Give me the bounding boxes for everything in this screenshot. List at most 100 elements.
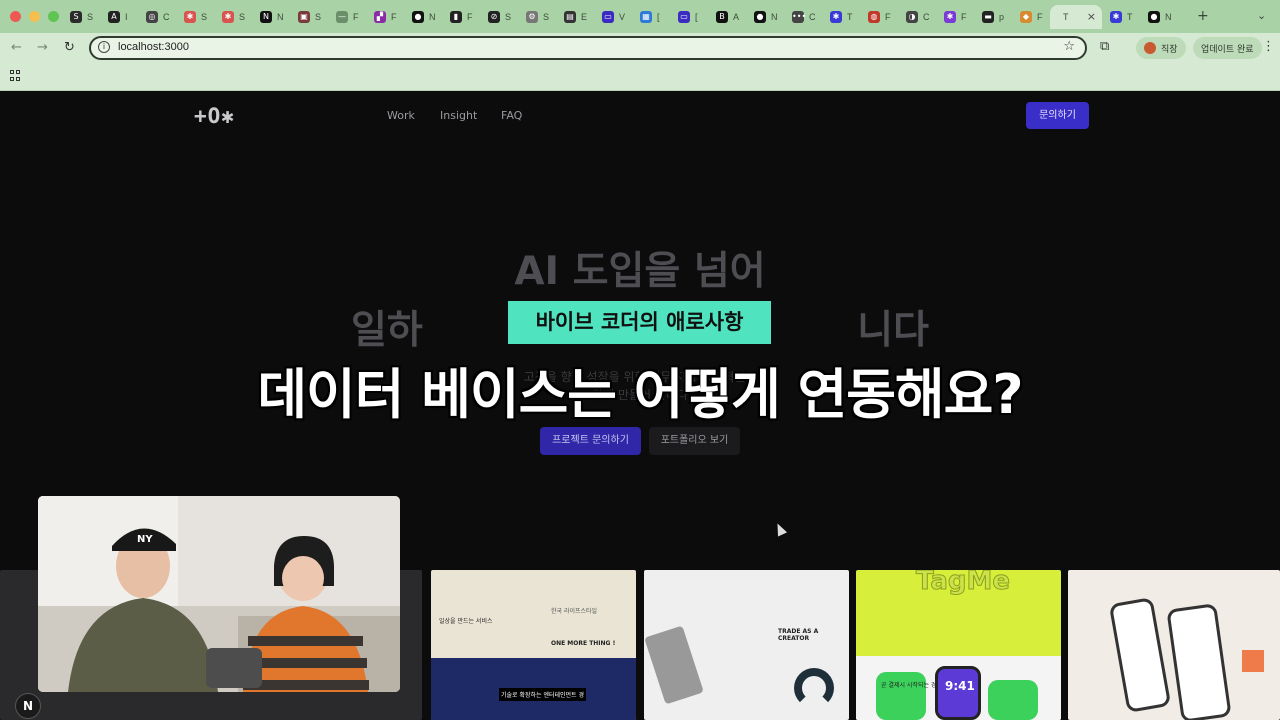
tab-title: N: [429, 12, 436, 22]
browser-tab[interactable]: ✱ S: [214, 5, 252, 29]
view-portfolio-button[interactable]: 포트폴리오 보기: [649, 427, 740, 455]
video-caption: 데이터 베이스는 어떻게 연동해요?: [257, 363, 1023, 426]
card-4-label: 곧 결제시 시작되는 경험: [881, 682, 942, 689]
tab-favicon-icon: ✱: [944, 11, 956, 23]
tab-favicon-icon: ✱: [184, 11, 196, 23]
tab-favicon-icon: N: [260, 11, 272, 23]
portfolio-card-3[interactable]: TRADE AS A CREATOR: [644, 570, 849, 720]
tab-strip: S S A I ◎ C ✱ S ✱ S N N ▣ S — F ▞ F ● N ▮ F ⊘ S ⚙ S ▤ E ▭ V ▦[▭[B A ● N ••…: [62, 5, 1178, 29]
tab-title: p: [999, 12, 1005, 22]
update-button[interactable]: 업데이트 완료: [1193, 37, 1262, 59]
tab-favicon-icon: ●: [412, 11, 424, 23]
tab-title: F: [885, 12, 891, 22]
site-logo[interactable]: +O✱: [194, 104, 235, 128]
tab-title: [: [695, 12, 698, 22]
browser-tab[interactable]: NN: [252, 5, 290, 29]
browser-tab[interactable]: ▤ E: [556, 5, 594, 29]
tab-favicon-icon: ●: [1148, 11, 1160, 23]
browser-tab[interactable]: ● N: [746, 5, 784, 29]
tab-favicon-icon: ◑: [906, 11, 918, 23]
contact-button[interactable]: 문의하기: [1026, 102, 1089, 129]
minimize-window-button[interactable]: [29, 11, 40, 22]
browser-tab[interactable]: ⚙ S: [518, 5, 556, 29]
tab-title: C: [163, 12, 170, 22]
browser-tab[interactable]: ◑ C: [898, 5, 936, 29]
tab-favicon-icon: ▞: [374, 11, 386, 23]
nav-link-work[interactable]: Work: [387, 109, 415, 122]
browser-menu-icon[interactable]: ⋮: [1262, 39, 1275, 54]
portfolio-card-5[interactable]: [1068, 570, 1280, 720]
browser-tab[interactable]: ✱ F: [936, 5, 974, 29]
card-3-label: TRADE AS A CREATOR: [778, 628, 819, 642]
browser-tab[interactable]: ▭ V: [594, 5, 632, 29]
close-tab-icon[interactable]: ×: [1087, 10, 1096, 23]
browser-tab[interactable]: ▭[: [670, 5, 708, 29]
browser-tab[interactable]: ● N: [404, 5, 442, 29]
bookmarks-bar: [0, 63, 1280, 91]
browser-tab[interactable]: ▮ F: [442, 5, 480, 29]
apps-grid-icon[interactable]: [10, 70, 21, 81]
card-2-label-b: 일상을 만드는 서비스: [439, 618, 493, 625]
portfolio-card-4[interactable]: TagMe 곧 결제시 시작되는 경험 9:41: [856, 570, 1061, 720]
browser-tab[interactable]: ◆ F: [1012, 5, 1050, 29]
hero-title-line1: AI 도입을 넘어: [514, 249, 766, 294]
site-info-icon[interactable]: i: [98, 41, 110, 53]
browser-tab[interactable]: AI: [100, 5, 138, 29]
browser-tab[interactable]: ▬ p: [974, 5, 1012, 29]
tab-favicon-icon: ▭: [602, 11, 614, 23]
forward-icon[interactable]: →: [37, 40, 48, 55]
project-inquiry-button[interactable]: 프로젝트 문의하기: [540, 427, 641, 455]
profile-button[interactable]: 직장: [1136, 37, 1186, 59]
tab-title: C: [809, 12, 816, 22]
browser-tab[interactable]: SS: [62, 5, 100, 29]
tab-favicon-icon: •••: [792, 11, 807, 23]
tab-title: F: [391, 12, 397, 22]
nav-link-faq[interactable]: FAQ: [501, 109, 522, 122]
browser-tab[interactable]: ••• C: [784, 5, 822, 29]
browser-tab[interactable]: — F: [328, 5, 366, 29]
back-icon[interactable]: ←: [11, 40, 22, 55]
maximize-window-button[interactable]: [48, 11, 59, 22]
tab-title: S: [239, 12, 246, 22]
next-dev-indicator[interactable]: N: [15, 693, 41, 719]
card-2-label-c: ONE MORE THING !: [551, 640, 616, 647]
card-4-time: 9:41: [945, 679, 975, 693]
browser-tab[interactable]: ✱ T: [1102, 5, 1140, 29]
browser-toolbar: ← → ↻ i localhost:3000 ☆ ⧉ 직장 업데이트 완료 ⋮: [0, 33, 1280, 63]
address-bar[interactable]: i localhost:3000 ☆: [89, 36, 1087, 60]
tab-favicon-icon: ▬: [982, 11, 994, 23]
browser-tab[interactable]: ● N: [1140, 5, 1178, 29]
active-browser-tab[interactable]: T ×: [1050, 5, 1102, 29]
profile-label: 직장: [1161, 44, 1178, 55]
browser-tab[interactable]: ◍ F: [860, 5, 898, 29]
video-overlay-tag: 바이브 코더의 애로사항: [508, 301, 771, 344]
browser-tab[interactable]: ✱ T: [822, 5, 860, 29]
tab-search-button[interactable]: ⌄: [1257, 9, 1266, 22]
new-tab-button[interactable]: +: [1197, 8, 1209, 24]
browser-tab[interactable]: ▣ S: [290, 5, 328, 29]
tab-title: F: [1037, 12, 1043, 22]
bookmark-star-icon[interactable]: ☆: [1063, 39, 1075, 54]
reload-icon[interactable]: ↻: [64, 40, 75, 55]
tab-title: S: [315, 12, 322, 22]
browser-tab[interactable]: ⊘ S: [480, 5, 518, 29]
browser-tab[interactable]: ▞ F: [366, 5, 404, 29]
close-window-button[interactable]: [10, 11, 21, 22]
browser-tab[interactable]: ✱ S: [176, 5, 214, 29]
browser-tab[interactable]: ◎ C: [138, 5, 176, 29]
tab-favicon-icon: B: [716, 11, 728, 23]
address-url[interactable]: localhost:3000: [118, 41, 189, 53]
tab-title: F: [353, 12, 359, 22]
update-label: 업데이트 완료: [1201, 44, 1254, 55]
profile-avatar: [1144, 42, 1156, 54]
nav-link-insight[interactable]: Insight: [440, 109, 477, 122]
tab-title: T: [1063, 12, 1069, 22]
portfolio-card-2[interactable]: 한국 라이프스타일 일상을 만드는 서비스 ONE MORE THING ! 기…: [431, 570, 636, 720]
tab-title: S: [543, 12, 550, 22]
tab-favicon-icon: ●: [754, 11, 766, 23]
extensions-icon[interactable]: ⧉: [1100, 39, 1109, 54]
tab-title: E: [581, 12, 588, 22]
browser-tab[interactable]: BA: [708, 5, 746, 29]
browser-tab[interactable]: ▦[: [632, 5, 670, 29]
tab-favicon-icon: ◆: [1020, 11, 1032, 23]
